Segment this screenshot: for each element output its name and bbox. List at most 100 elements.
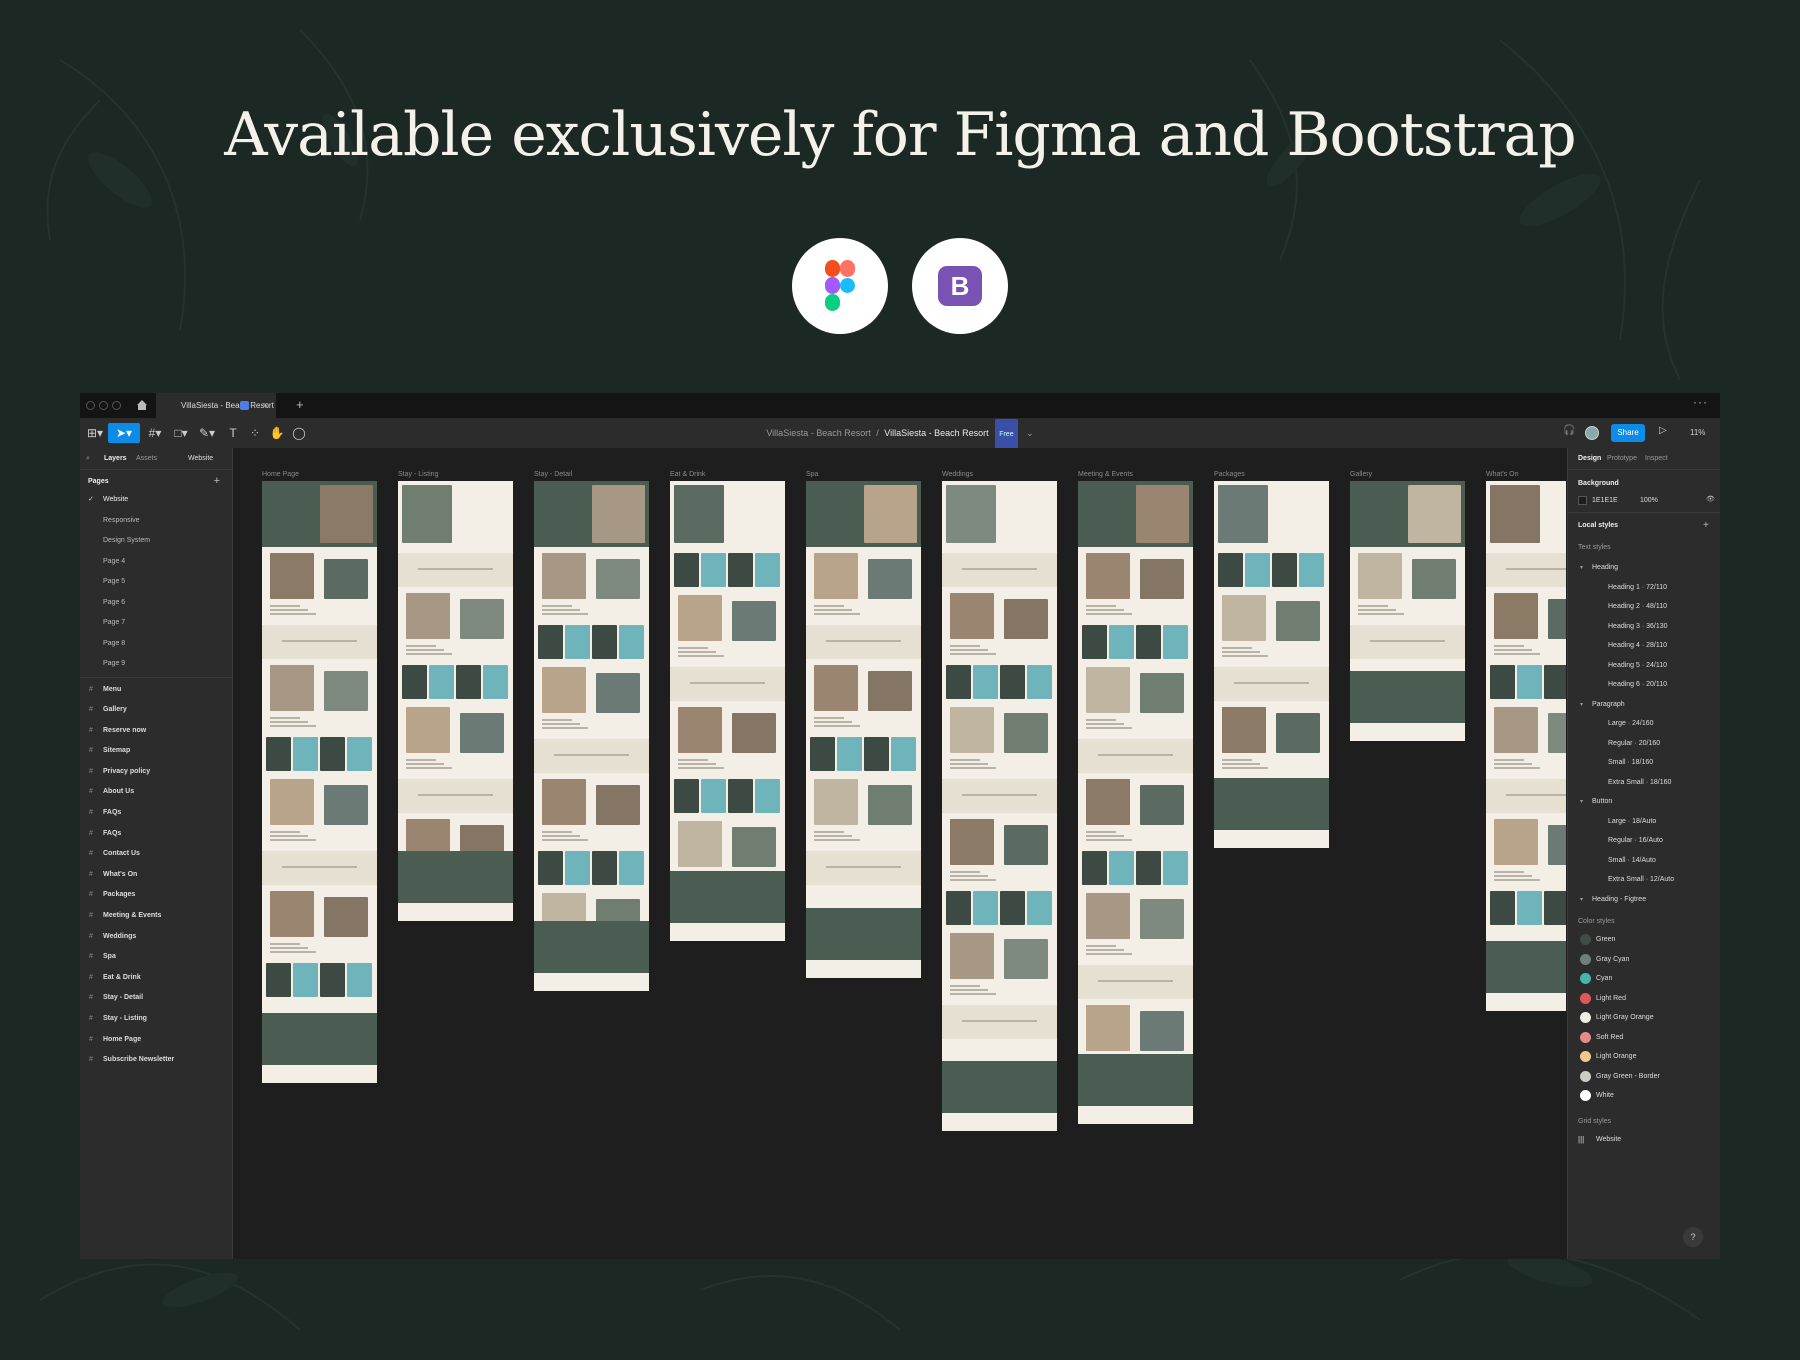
frame-layer-item[interactable]: Spa	[80, 947, 232, 968]
frame-thumbnail[interactable]	[670, 481, 785, 941]
text-style-row[interactable]: Large · 18/Auto	[1568, 812, 1720, 832]
style-group[interactable]: Heading	[1580, 564, 1618, 571]
tab-design[interactable]: Design	[1578, 455, 1601, 462]
style-group[interactable]: Heading - Figtree	[1580, 896, 1646, 903]
text-style-row[interactable]: Heading 2 · 48/110	[1568, 597, 1720, 617]
page-item[interactable]: Page 9	[80, 654, 232, 675]
tab-prototype[interactable]: Prototype	[1607, 455, 1637, 462]
frame-layer-item[interactable]: Subscribe Newsletter	[80, 1050, 232, 1071]
share-button[interactable]: Share	[1611, 424, 1645, 442]
page-item[interactable]: Page 8	[80, 634, 232, 655]
text-style-row[interactable]: Heading 3 · 36/130	[1568, 617, 1720, 637]
home-icon[interactable]	[136, 399, 148, 411]
color-style-row[interactable]: Soft Red	[1568, 1028, 1720, 1048]
tab-assets[interactable]: Assets	[136, 455, 157, 462]
frame-layer-item[interactable]: FAQs	[80, 824, 232, 845]
window-minimize-dot[interactable]	[99, 401, 108, 410]
avatar[interactable]	[1585, 426, 1599, 440]
window-maximize-dot[interactable]	[112, 401, 121, 410]
frame-thumbnail[interactable]	[1350, 481, 1465, 741]
frame-gallery-photo	[592, 851, 617, 885]
frame-layer-item[interactable]: Menu	[80, 680, 232, 701]
style-group[interactable]: Paragraph	[1580, 701, 1625, 708]
background-swatch[interactable]	[1578, 496, 1587, 505]
tab-layers[interactable]: Layers	[104, 455, 127, 462]
play-icon[interactable]: ▷	[1659, 425, 1667, 436]
frame-layer-item[interactable]: Contact Us	[80, 844, 232, 865]
page-item[interactable]: Responsive	[80, 511, 232, 532]
frame-layer-item[interactable]: FAQs	[80, 803, 232, 824]
window-close-dot[interactable]	[86, 401, 95, 410]
frame-layer-item[interactable]: Meeting & Events	[80, 906, 232, 927]
frame-thumbnail[interactable]	[806, 481, 921, 978]
frame-layer-item[interactable]: Privacy policy	[80, 762, 232, 783]
text-style-row[interactable]: Small · 18/160	[1568, 753, 1720, 773]
text-style-row[interactable]: Heading 1 · 72/110	[1568, 578, 1720, 598]
frame-layer-item[interactable]: About Us	[80, 782, 232, 803]
frame-thumbnail[interactable]	[942, 481, 1057, 1131]
chevron-down-icon[interactable]: ⌄	[1026, 428, 1034, 438]
frame-layer-item[interactable]: Home Page	[80, 1030, 232, 1051]
color-style-row[interactable]: Gray Cyan	[1568, 950, 1720, 970]
frame-layer-item[interactable]: Reserve now	[80, 721, 232, 742]
background-hex[interactable]: 1E1E1E	[1592, 497, 1618, 504]
add-page-icon[interactable]: +	[214, 475, 220, 487]
close-icon[interactable]: ×	[263, 393, 268, 418]
text-style-row[interactable]: Extra Small · 12/Auto	[1568, 870, 1720, 890]
color-style-row[interactable]: Light Orange	[1568, 1047, 1720, 1067]
path-file[interactable]: VillaSiesta - Beach Resort	[884, 428, 988, 438]
file-tab[interactable]: VillaSiesta - Beach Resort ×	[156, 393, 276, 418]
color-style-row[interactable]: Gray Green - Border	[1568, 1067, 1720, 1087]
frame-thumbnail[interactable]	[1486, 481, 1566, 1011]
frame-thumbnail[interactable]	[1214, 481, 1329, 848]
text-style-row[interactable]: Heading 5 · 24/110	[1568, 656, 1720, 676]
text-style-row[interactable]: Heading 6 · 20/110	[1568, 675, 1720, 695]
page-item[interactable]: Page 4	[80, 552, 232, 573]
page-item[interactable]: Page 7	[80, 613, 232, 634]
color-style-row[interactable]: White	[1568, 1086, 1720, 1106]
frame-layer-item[interactable]: Sitemap	[80, 741, 232, 762]
eye-icon[interactable]: 👁	[1706, 495, 1715, 503]
text-style-row[interactable]: Heading 4 · 28/110	[1568, 636, 1720, 656]
frame-layer-item[interactable]: Stay - Detail	[80, 988, 232, 1009]
color-style-row[interactable]: Green	[1568, 930, 1720, 950]
frame-layer-item[interactable]: What's On	[80, 865, 232, 886]
path-project[interactable]: VillaSiesta - Beach Resort	[766, 428, 870, 438]
zoom-level[interactable]: 11%	[1690, 418, 1705, 448]
frame-thumbnail[interactable]	[534, 481, 649, 991]
design-canvas[interactable]: Home Page Stay - Listing Stay - Detail Eat …	[234, 448, 1566, 1259]
page-item[interactable]: Website	[80, 490, 232, 511]
frame-thumbnail[interactable]	[1078, 481, 1193, 1124]
more-menu-icon[interactable]: ···	[1693, 395, 1708, 409]
text-style-row[interactable]: Regular · 20/160	[1568, 734, 1720, 754]
style-group[interactable]: Button	[1580, 798, 1612, 805]
color-style-row[interactable]: Light Gray Orange	[1568, 1008, 1720, 1028]
frame-layer-item[interactable]: Eat & Drink	[80, 968, 232, 989]
frame-thumbnail[interactable]	[398, 481, 513, 921]
text-style-row[interactable]: Large · 24/160	[1568, 714, 1720, 734]
background-opacity[interactable]: 100%	[1640, 497, 1658, 504]
page-dropdown[interactable]: Website	[188, 455, 213, 462]
frame-layer-item[interactable]: Gallery	[80, 700, 232, 721]
page-item[interactable]: Page 5	[80, 572, 232, 593]
color-style-row[interactable]: Light Red	[1568, 989, 1720, 1009]
frame-text-line	[1086, 609, 1124, 611]
add-style-icon[interactable]: +	[1703, 520, 1709, 531]
new-tab-icon[interactable]: +	[296, 397, 304, 412]
frame-text-line	[950, 993, 996, 995]
help-icon[interactable]: ?	[1683, 1227, 1703, 1247]
frame-thumbnail[interactable]	[262, 481, 377, 1083]
text-style-row[interactable]: Extra Small · 18/160	[1568, 773, 1720, 793]
frame-layer-item[interactable]: Stay - Listing	[80, 1009, 232, 1030]
frame-layer-item[interactable]: Packages	[80, 885, 232, 906]
color-style-row[interactable]: Cyan	[1568, 969, 1720, 989]
page-item[interactable]: Page 6	[80, 593, 232, 614]
headphones-icon[interactable]: 🎧	[1563, 425, 1575, 436]
text-style-row[interactable]: Small · 14/Auto	[1568, 851, 1720, 871]
search-icon[interactable]: ⌕	[86, 455, 90, 463]
tab-inspect[interactable]: Inspect	[1645, 455, 1668, 462]
text-style-row[interactable]: Regular · 16/Auto	[1568, 831, 1720, 851]
grid-style-row[interactable]: ||| Website	[1568, 1130, 1720, 1150]
page-item[interactable]: Design System	[80, 531, 232, 552]
frame-layer-item[interactable]: Weddings	[80, 927, 232, 948]
